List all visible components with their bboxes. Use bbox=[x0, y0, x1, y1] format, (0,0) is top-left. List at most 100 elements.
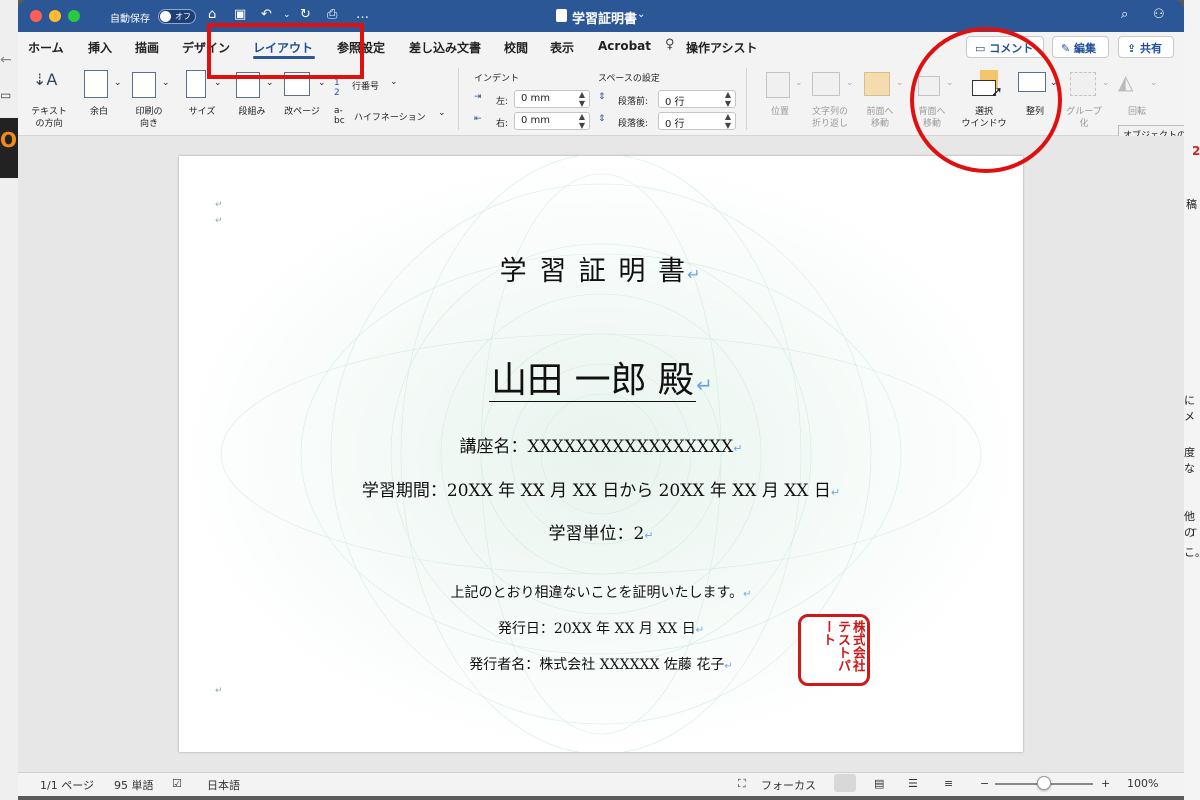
orientation-button[interactable]: 印刷の 向き bbox=[130, 106, 168, 130]
tab-review[interactable]: 校閲 bbox=[504, 39, 528, 56]
tab-draw[interactable]: 描画 bbox=[135, 39, 159, 56]
title-dropdown-icon[interactable]: ⌄ bbox=[637, 9, 645, 20]
orientation-icon[interactable] bbox=[132, 72, 156, 98]
zoom-slider-knob[interactable] bbox=[1037, 776, 1051, 790]
document-title[interactable]: 学習証明書 bbox=[572, 8, 637, 27]
search-icon[interactable]: ⌕ bbox=[1121, 7, 1128, 22]
text-direction-button[interactable]: テキスト の方向 bbox=[26, 106, 72, 130]
tab-home[interactable]: ホーム bbox=[28, 39, 64, 56]
line-numbers-button[interactable]: 行番号 bbox=[352, 79, 379, 92]
issuer-name[interactable]: 発行者名：株式会社 XXXXXX 佐藤 花子↵ bbox=[179, 654, 1023, 674]
margins-icon[interactable] bbox=[84, 70, 108, 98]
breaks-button[interactable]: 改ページ bbox=[280, 106, 324, 118]
print-layout-view-icon[interactable] bbox=[834, 774, 856, 792]
zoom-level[interactable]: 100% bbox=[1127, 777, 1158, 790]
spacing-after-input[interactable]: 0 行 ▲ ▼ bbox=[658, 112, 736, 130]
rotate-dropdown-icon[interactable]: ⌄ bbox=[1150, 78, 1158, 88]
group-icon[interactable] bbox=[1070, 72, 1096, 96]
word-doc-icon bbox=[556, 9, 567, 22]
indent-left-input[interactable]: 0 mm ▲ ▼ bbox=[514, 90, 590, 108]
group-button[interactable]: グループ化 bbox=[1062, 106, 1106, 130]
issue-date[interactable]: 発行日：20XX 年 XX 月 XX 日↵ bbox=[179, 618, 1023, 638]
rotate-icon[interactable]: ◭ bbox=[1118, 70, 1133, 94]
minimize-window-button[interactable] bbox=[49, 10, 61, 22]
focus-icon[interactable]: ⛶ bbox=[738, 777, 746, 791]
bring-forward-dropdown-icon[interactable]: ⌄ bbox=[896, 78, 904, 88]
group-dropdown-icon[interactable]: ⌄ bbox=[1102, 78, 1110, 88]
spacing-before-label: 段落前: bbox=[618, 97, 649, 107]
size-icon[interactable] bbox=[186, 70, 206, 98]
pencil-icon: ✎ bbox=[1061, 42, 1075, 55]
undo-dropdown-icon[interactable]: ⌄ bbox=[283, 10, 291, 20]
indent-right-icon: ⇤ bbox=[474, 114, 482, 124]
redo-icon[interactable]: ↻ bbox=[300, 7, 311, 22]
size-dropdown-icon[interactable]: ⌄ bbox=[214, 78, 222, 88]
wrap-text-icon[interactable] bbox=[812, 72, 840, 96]
document-page[interactable]: ↵ ↵ 学 習 証 明 書↵ 山田 一郎 殿 ↵ 講座名：XXXXXXXXXXXX… bbox=[179, 156, 1023, 752]
position-button[interactable]: 位置 bbox=[764, 106, 796, 118]
columns-dropdown-icon[interactable]: ⌄ bbox=[266, 78, 274, 88]
position-icon[interactable] bbox=[766, 72, 790, 98]
back-arrow-icon[interactable]: ← bbox=[0, 52, 12, 68]
orientation-dropdown-icon[interactable]: ⌄ bbox=[162, 78, 170, 88]
proofing-icon[interactable]: ☑ bbox=[172, 777, 182, 790]
indent-right-input[interactable]: 0 mm ▲ ▼ bbox=[514, 112, 590, 130]
close-window-button[interactable] bbox=[30, 10, 42, 22]
hyphenation-dropdown-icon[interactable]: ⌄ bbox=[438, 108, 446, 118]
wrap-text-dropdown-icon[interactable]: ⌄ bbox=[846, 78, 854, 88]
spacing-after-label: 段落後: bbox=[618, 119, 649, 129]
outline-view-icon[interactable]: ☰ bbox=[908, 777, 918, 790]
line-numbers-dropdown-icon[interactable]: ⌄ bbox=[390, 77, 398, 87]
hyphenation-icon: a-bc bbox=[334, 106, 345, 126]
share-button[interactable]: ⇪ 共有 bbox=[1118, 36, 1174, 58]
tab-tell-me[interactable]: 操作アシスト bbox=[686, 39, 758, 56]
tab-insert[interactable]: 挿入 bbox=[88, 39, 112, 56]
spacing-before-input[interactable]: 0 行 ▲ ▼ bbox=[658, 90, 736, 108]
undo-icon[interactable]: ↶ bbox=[261, 7, 272, 22]
share-icon: ⇪ bbox=[1127, 42, 1141, 55]
print-icon[interactable]: ⎙ bbox=[327, 7, 337, 22]
word-count[interactable]: 95 単語 bbox=[114, 777, 154, 793]
account-icon[interactable]: ⚇ bbox=[1153, 7, 1165, 22]
certificate-title[interactable]: 学 習 証 明 書↵ bbox=[179, 249, 1023, 288]
margins-button[interactable]: 余白 bbox=[84, 106, 114, 118]
zoom-window-button[interactable] bbox=[68, 10, 80, 22]
more-icon[interactable]: … bbox=[356, 7, 369, 22]
tab-acrobat[interactable]: Acrobat bbox=[598, 39, 651, 53]
text-direction-icon[interactable]: ⇣A bbox=[33, 70, 61, 100]
course-name[interactable]: 講座名：XXXXXXXXXXXXXXXXX↵ bbox=[179, 432, 1023, 457]
recipient-name[interactable]: 山田 一郎 殿 ↵ bbox=[179, 351, 1023, 403]
edit-button[interactable]: ✎ 編集 bbox=[1052, 36, 1109, 58]
certify-statement[interactable]: 上記のとおり相違ないことを証明いたします。↵ bbox=[179, 582, 1023, 602]
folder-icon[interactable]: ▭ bbox=[0, 88, 11, 102]
bring-forward-button[interactable]: 前面へ 移動 bbox=[862, 106, 898, 130]
rotate-button[interactable]: 回転 bbox=[1122, 106, 1152, 118]
zoom-in-button[interactable]: + bbox=[1101, 777, 1110, 790]
web-layout-view-icon[interactable]: ▤ bbox=[874, 777, 884, 790]
bring-forward-icon[interactable] bbox=[864, 72, 890, 96]
study-credits[interactable]: 学習単位：2↵ bbox=[179, 519, 1023, 544]
margins-dropdown-icon[interactable]: ⌄ bbox=[114, 78, 122, 88]
study-period[interactable]: 学習期間：20XX 年 XX 月 XX 日から 20XX 年 XX 月 XX 日… bbox=[179, 476, 1023, 501]
focus-button[interactable]: フォーカス bbox=[761, 777, 816, 793]
size-button[interactable]: サイズ bbox=[182, 106, 222, 118]
position-dropdown-icon[interactable]: ⌄ bbox=[795, 78, 803, 88]
highlight-box-annotation bbox=[207, 23, 364, 79]
breaks-dropdown-icon[interactable]: ⌄ bbox=[318, 78, 326, 88]
save-icon[interactable]: ▣ bbox=[234, 7, 246, 22]
tab-mailings[interactable]: 差し込み文書 bbox=[409, 39, 481, 56]
hyphenation-button[interactable]: ハイフネーション bbox=[354, 110, 426, 123]
tab-view[interactable]: 表示 bbox=[550, 39, 574, 56]
page-count[interactable]: 1/1 ページ bbox=[40, 777, 94, 793]
wrap-text-button[interactable]: 文字列の 折り返し bbox=[808, 106, 852, 130]
home-icon[interactable]: ⌂ bbox=[208, 7, 216, 22]
draft-view-icon[interactable]: ≡ bbox=[944, 777, 953, 790]
autosave-toggle[interactable]: オフ bbox=[158, 9, 196, 24]
indent-left-label: 左: bbox=[496, 97, 509, 107]
line-numbers-icon: 12 bbox=[334, 78, 340, 98]
right-fragment: 「 bbox=[1186, 528, 1197, 541]
language[interactable]: 日本語 bbox=[207, 777, 240, 793]
company-seal[interactable]: 株式会社テストパート bbox=[798, 614, 870, 686]
columns-button[interactable]: 段組み bbox=[232, 106, 272, 118]
zoom-out-button[interactable]: − bbox=[980, 777, 989, 790]
